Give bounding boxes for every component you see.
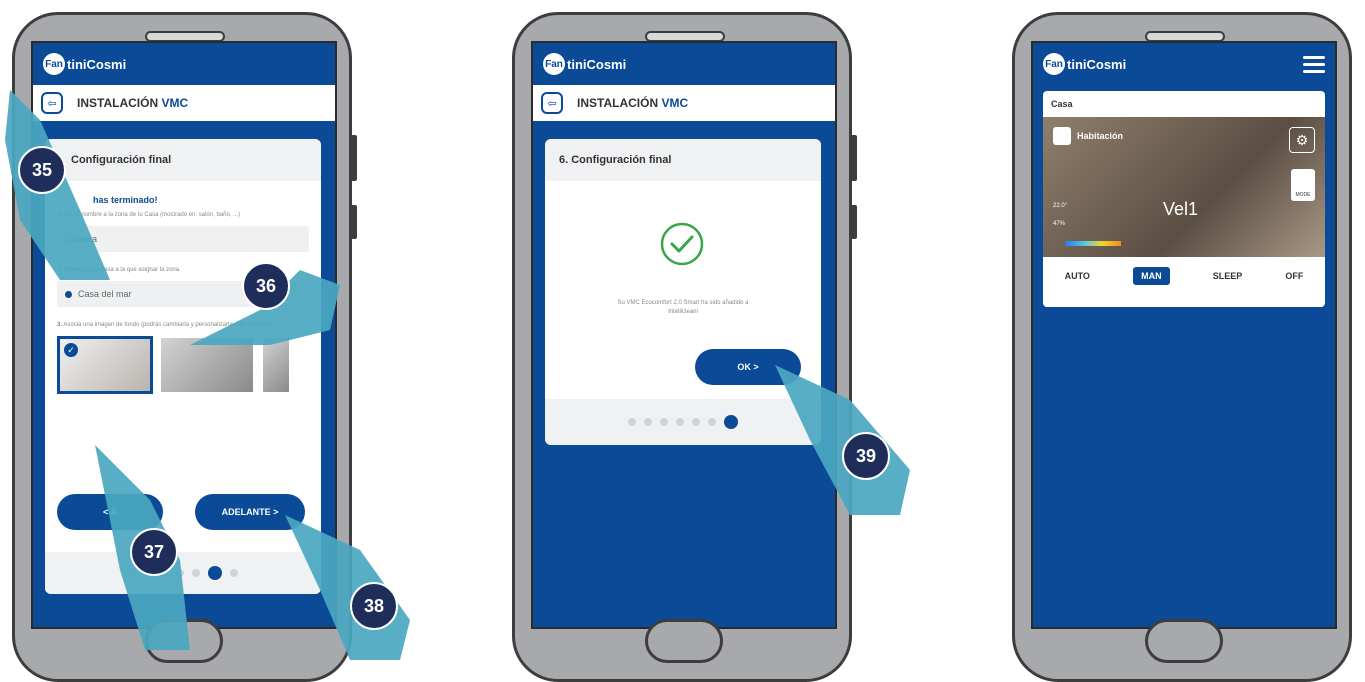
progress-dot-active xyxy=(208,566,222,580)
side-button xyxy=(351,205,357,239)
pointing-hand-icon xyxy=(775,365,910,515)
success-check-icon xyxy=(660,222,704,266)
logo-mark: Fan xyxy=(543,53,565,75)
home-name: Casa xyxy=(1051,99,1073,109)
page-header: ⇦ INSTALACIÓN VMC xyxy=(533,85,835,121)
gear-icon[interactable]: ⚙ xyxy=(1289,127,1315,153)
page-title-text: INSTALACIÓN xyxy=(577,96,662,110)
app-topbar: Fan tiniCosmi xyxy=(533,43,835,85)
mode-auto[interactable]: AUTO xyxy=(1065,271,1090,281)
progress-dot xyxy=(692,418,700,426)
app-topbar: Fan tiniCosmi xyxy=(1033,43,1335,85)
mode-off[interactable]: OFF xyxy=(1285,271,1303,281)
logo-text: tiniCosmi xyxy=(1067,56,1127,72)
page-title: INSTALACIÓN VMC xyxy=(577,96,688,110)
callout-badge: 36 xyxy=(242,262,290,310)
progress-dot xyxy=(660,418,668,426)
back-icon[interactable]: ⇦ xyxy=(541,92,563,114)
temperature-reading: 22.0° xyxy=(1053,203,1068,209)
home-button xyxy=(1145,619,1223,663)
progress-dot xyxy=(230,569,238,577)
check-icon: ✓ xyxy=(64,343,78,357)
page-title-accent: VMC xyxy=(661,96,689,110)
screen-3: Fan tiniCosmi Casa Habitación ⚙ MODE Vel… xyxy=(1031,41,1337,629)
page-title-accent: VMC xyxy=(161,96,189,110)
progress-dot xyxy=(708,418,716,426)
room-icon xyxy=(1053,127,1071,145)
callout-badge: 37 xyxy=(130,528,178,576)
logo-mark: Fan xyxy=(43,53,65,75)
side-button xyxy=(351,135,357,181)
callout-badge: 39 xyxy=(842,432,890,480)
room-background-image[interactable]: Habitación ⚙ MODE Vel1 22.0° 47% xyxy=(1043,117,1325,257)
side-button xyxy=(851,205,857,239)
callout-badge: 35 xyxy=(18,146,66,194)
app-topbar: Fan tiniCosmi xyxy=(33,43,335,85)
hamburger-menu-icon[interactable] xyxy=(1303,52,1325,77)
fan-speed-label: Vel1 xyxy=(1163,199,1199,219)
room-name: Habitación xyxy=(1077,131,1124,141)
room-title: Habitación xyxy=(1053,127,1123,145)
screen-2: Fan tiniCosmi ⇦ INSTALACIÓN VMC 6. Confi… xyxy=(531,41,837,629)
success-message: Su VMC Ecocomfort 2.0 Smart ha sido añad… xyxy=(617,300,749,315)
mode-button[interactable]: MODE xyxy=(1291,169,1315,201)
mode-sleep[interactable]: SLEEP xyxy=(1213,271,1243,281)
progress-dot xyxy=(644,418,652,426)
card-title: 6. Configuración final xyxy=(545,139,821,181)
phone-frame-2: Fan tiniCosmi ⇦ INSTALACIÓN VMC 6. Confi… xyxy=(512,12,857,682)
step-done-text: has terminado! xyxy=(93,195,158,205)
background-thumb-selected[interactable]: ✓ xyxy=(57,336,153,394)
logo-text: tiniCosmi xyxy=(567,56,627,72)
progress-dot xyxy=(628,418,636,426)
progress-dot-active xyxy=(724,415,738,429)
house-option-label: Casa del mar xyxy=(78,289,132,299)
logo-text: tiniCosmi xyxy=(67,56,127,72)
side-button xyxy=(851,135,857,181)
radio-dot-icon xyxy=(65,290,72,298)
humidity-reading: 47% xyxy=(1053,221,1066,227)
phone-frame-3: Fan tiniCosmi Casa Habitación ⚙ MODE Vel… xyxy=(1012,12,1352,682)
air-quality-bar xyxy=(1065,241,1121,246)
mode-selector: AUTO MAN SLEEP OFF xyxy=(1043,267,1325,285)
home-button xyxy=(645,619,723,663)
instruction-3-lead: 3. xyxy=(57,322,63,328)
pointing-hand-icon xyxy=(285,515,410,660)
mode-man[interactable]: MAN xyxy=(1133,267,1170,285)
callout-badge: 38 xyxy=(350,582,398,630)
logo-mark: Fan xyxy=(1043,53,1065,75)
progress-dot xyxy=(676,418,684,426)
room-card: Casa Habitación ⚙ MODE Vel1 22.0° 47% AU… xyxy=(1043,91,1325,307)
